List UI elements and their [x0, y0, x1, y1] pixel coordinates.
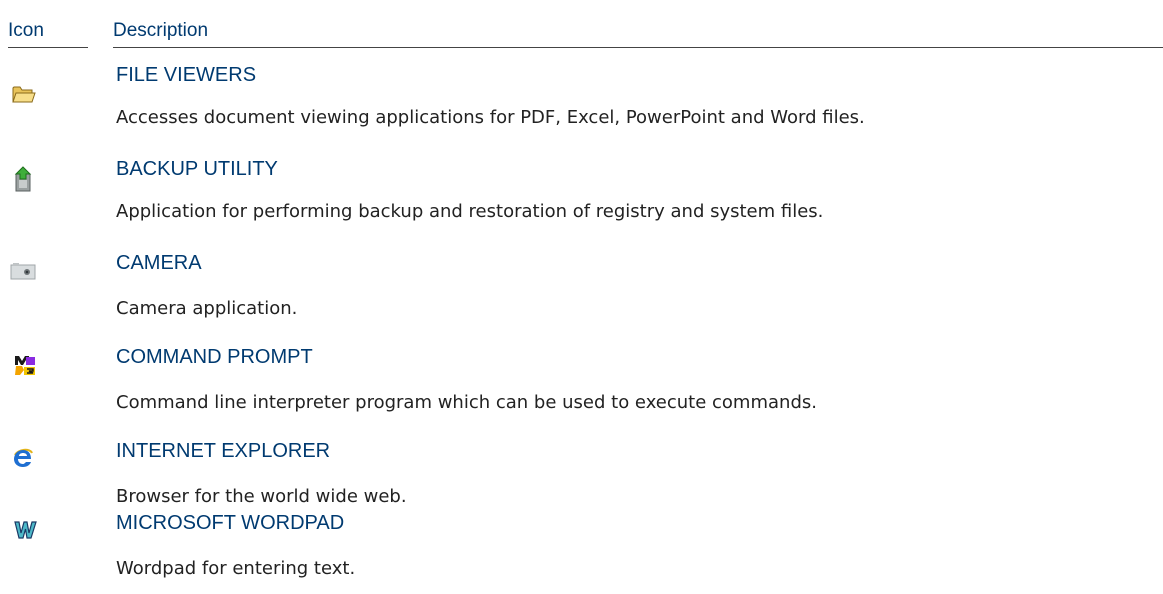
table-row: CAMERA Camera application. — [0, 240, 1163, 334]
internet-explorer-icon — [12, 446, 34, 468]
row-description: Application for performing backup and re… — [116, 201, 824, 222]
column-header-rule — [113, 47, 1163, 48]
table-row: BACKUP UTILITY Application for performin… — [0, 146, 1163, 240]
command-prompt-icon — [14, 354, 36, 376]
column-header-rule — [8, 47, 88, 48]
row-description: Command line interpreter program which c… — [116, 392, 817, 413]
table-header: Icon Description — [0, 0, 1163, 48]
camera-icon — [10, 262, 36, 284]
backup-icon — [14, 166, 36, 192]
column-header-icon: Icon — [8, 20, 44, 41]
row-title: COMMAND PROMPT — [116, 346, 313, 368]
column-header-description: Description — [113, 20, 209, 41]
row-title: MICROSOFT WORDPAD — [116, 512, 345, 534]
row-title: CAMERA — [116, 252, 202, 274]
row-title: FILE VIEWERS — [116, 64, 257, 86]
table-row: COMMAND PROMPT Command line interpreter … — [0, 334, 1163, 428]
row-description: Wordpad for entering text. — [116, 558, 356, 579]
row-description: Accesses document viewing applications f… — [116, 107, 865, 128]
table-row: MICROSOFT WORDPAD Wordpad for entering t… — [0, 500, 1163, 594]
row-description: Camera application. — [116, 298, 298, 319]
wordpad-icon — [14, 520, 37, 542]
row-title: BACKUP UTILITY — [116, 158, 278, 180]
table-row: FILE VIEWERS Accesses document viewing a… — [0, 52, 1163, 146]
row-title: INTERNET EXPLORER — [116, 440, 331, 462]
folder-icon — [12, 84, 36, 106]
